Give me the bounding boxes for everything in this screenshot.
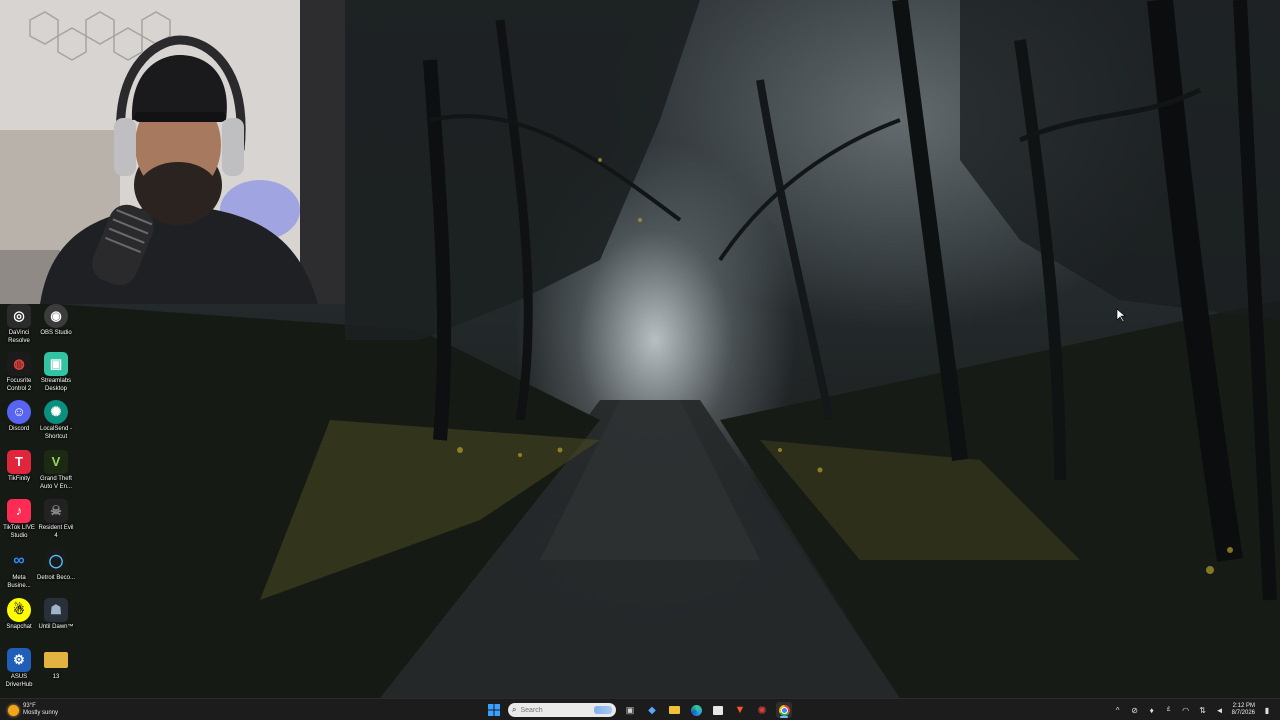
desktop-icon-label: 13	[52, 674, 60, 680]
search-icon: ⌕	[512, 705, 517, 714]
file-explorer-icon	[668, 706, 680, 714]
desktop-icon-label: TikTok LIVE Studio	[3, 525, 35, 539]
chrome-button[interactable]	[776, 702, 792, 718]
notification-bell-icon[interactable]: ▮	[1262, 705, 1272, 715]
language-icon[interactable]: £	[1164, 705, 1174, 715]
desktop-icon-gta-v[interactable]: V Grand Theft Auto V En...	[37, 450, 75, 491]
network-icon[interactable]: ⇅	[1198, 705, 1208, 715]
clock[interactable]: 2:12 PM 8/7/2026	[1232, 703, 1255, 717]
chevron-up-icon[interactable]: ^	[1113, 705, 1123, 715]
app-button[interactable]: ✺	[754, 702, 770, 718]
localsend-icon: ✺	[44, 400, 68, 424]
weather-temperature: 93°F	[23, 703, 36, 709]
chrome-icon	[778, 704, 790, 716]
sun-icon	[8, 704, 19, 716]
desktop-icon-focusrite-control[interactable]: ◍ Focusrite Control 2	[0, 352, 38, 393]
davinci-resolve-icon: ◎	[7, 304, 31, 328]
wifi-icon[interactable]: ◠	[1181, 705, 1191, 715]
snapchat-icon: ☃	[7, 598, 31, 622]
active-indicator	[780, 716, 788, 718]
desktop-icon-label: Discord	[8, 426, 30, 432]
webcam-overlay	[0, 0, 345, 304]
desktop-icon-streamlabs[interactable]: ▣ Streamlabs Desktop	[37, 352, 75, 393]
edge-button[interactable]	[688, 702, 704, 718]
weather-widget[interactable]: 93°F Mostly sunny	[8, 701, 58, 719]
weather-text: 93°F Mostly sunny	[23, 703, 58, 717]
microsoft-store-icon	[713, 705, 723, 715]
desktop-icon-label: Streamlabs Desktop	[40, 378, 72, 392]
focusrite-icon: ◍	[7, 352, 31, 376]
desktop-icon-localsend[interactable]: ✺ LocalSend - Shortcut	[37, 400, 75, 441]
folder-icon	[44, 652, 68, 668]
clock-date: 8/7/2026	[1231, 710, 1255, 716]
desktop-icon-snapchat[interactable]: ☃ Snapchat	[0, 598, 38, 632]
desktop-icon-label: Snapchat	[6, 624, 32, 630]
desktop-icon-label: OBS Studio	[40, 330, 72, 336]
streamlabs-icon: ▣	[44, 352, 68, 376]
desktop-icon-label: Detroit Beco...	[37, 575, 76, 581]
desktop-icon-label: ASUS DriverHub	[5, 674, 33, 688]
volume-icon[interactable]: ◄	[1215, 705, 1225, 715]
desktop-icon-tiktok-live-studio[interactable]: ♪ TikTok LIVE Studio	[0, 499, 38, 540]
desktop-icon-label: Until Dawn™	[38, 624, 74, 630]
desktop-icon-grid: ◎ DaVinci Resolve ◉ OBS Studio ◍ Focusri…	[0, 304, 76, 694]
desktop-icon-label: LocalSend - Shortcut	[39, 426, 73, 440]
desktop-icon-folder-13[interactable]: 13	[37, 648, 75, 682]
desktop-icon-resident-evil-4[interactable]: ☠ Resident Evil 4	[37, 499, 75, 540]
brave-icon: ▼	[734, 704, 746, 716]
brave-button[interactable]: ▼	[732, 702, 748, 718]
mouse-cursor-icon	[1116, 308, 1126, 323]
desktop-icon-tikfinity[interactable]: T TikFinity	[0, 450, 38, 484]
taskbar-search-box[interactable]: ⌕	[508, 703, 616, 717]
discord-icon: ☺	[7, 400, 31, 424]
detroit-become-human-icon: ◯	[44, 549, 68, 573]
desktop-icon-meta-business[interactable]: ∞ Meta Busine...	[0, 549, 38, 590]
obs-studio-icon: ◉	[44, 304, 68, 328]
meta-business-icon: ∞	[13, 552, 25, 570]
desktop-icon-label: Meta Busine...	[7, 575, 31, 589]
copilot-icon: ◆	[648, 704, 656, 716]
microsoft-store-button[interactable]	[710, 702, 726, 718]
app-icon: ✺	[757, 704, 767, 717]
clock-time: 2:12 PM	[1232, 703, 1255, 709]
webcam-feed	[0, 0, 345, 304]
desktop-icon-discord[interactable]: ☺ Discord	[0, 400, 38, 434]
task-view-button[interactable]: ▣	[622, 702, 638, 718]
task-view-icon: ▣	[625, 704, 635, 715]
desktop-icon-label: Grand Theft Auto V En...	[39, 476, 73, 490]
until-dawn-icon: ☗	[44, 598, 68, 622]
desktop-icon-label: DaVinci Resolve	[8, 330, 30, 344]
file-explorer-button[interactable]	[666, 702, 682, 718]
tiktok-live-icon: ♪	[7, 499, 31, 523]
network-off-icon[interactable]: ⊘	[1130, 705, 1140, 715]
taskbar: 93°F Mostly sunny ⌕ ▣ ◆	[0, 698, 1280, 720]
desktop-icon-until-dawn[interactable]: ☗ Until Dawn™	[37, 598, 75, 632]
asus-driverhub-icon: ⚙	[7, 648, 31, 672]
desktop-icon-label: TikFinity	[7, 476, 31, 482]
desktop-icon-obs-studio[interactable]: ◉ OBS Studio	[37, 304, 75, 338]
weather-condition: Mostly sunny	[23, 710, 59, 716]
desktop-icon-detroit[interactable]: ◯ Detroit Beco...	[37, 549, 75, 583]
desktop-icon-davinci-resolve[interactable]: ◎ DaVinci Resolve	[0, 304, 38, 345]
desktop-icon-label: Focusrite Control 2	[6, 378, 32, 392]
system-tray: ^ ⊘ ♦ £ ◠ ⇅ ◄ 2:12 PM 8/7/2026 ▮	[1113, 701, 1272, 719]
resident-evil-4-icon: ☠	[44, 499, 68, 523]
tikfinity-icon: T	[7, 450, 31, 474]
desktop-icon-asus-driverhub[interactable]: ⚙ ASUS DriverHub	[0, 648, 38, 689]
search-input[interactable]	[520, 706, 591, 714]
copilot-button[interactable]: ◆	[644, 702, 660, 718]
windows-logo-icon	[488, 704, 500, 716]
edge-icon	[690, 704, 702, 716]
gta-v-icon: V	[44, 450, 68, 474]
desktop-icon-label: Resident Evil 4	[38, 525, 74, 539]
taskbar-center: ⌕ ▣ ◆ ▼ ✺	[486, 701, 792, 719]
start-button[interactable]	[486, 702, 502, 718]
search-highlight-icon	[594, 706, 612, 714]
microphone-icon[interactable]: ♦	[1147, 705, 1157, 715]
